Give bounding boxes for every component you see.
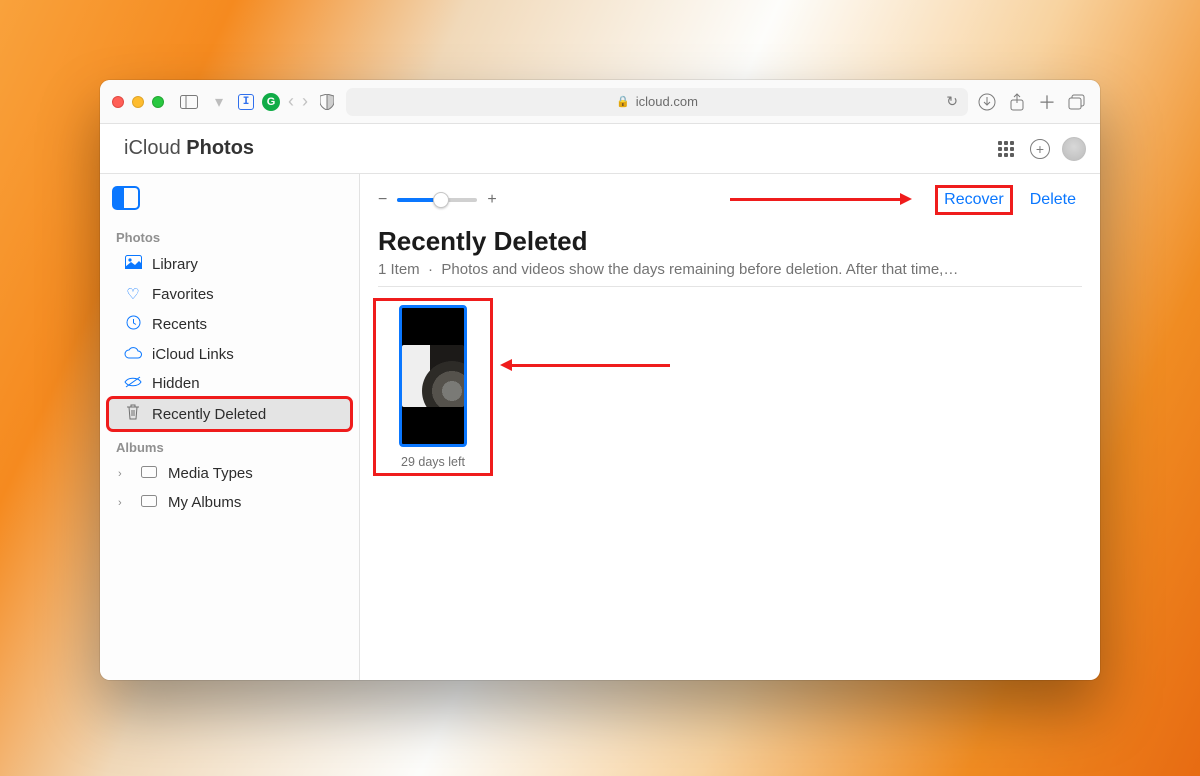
thumbnail-selected[interactable] bbox=[399, 305, 467, 447]
subtitle-text: Photos and videos show the days remainin… bbox=[441, 261, 958, 278]
recover-button[interactable]: Recover bbox=[938, 188, 1010, 212]
reload-icon[interactable]: ↻ bbox=[946, 93, 958, 110]
service-name: iCloud bbox=[124, 137, 181, 159]
folder-icon bbox=[140, 494, 158, 511]
sidebar-collapse-icon[interactable] bbox=[112, 186, 140, 210]
sidebar-item-label: Recently Deleted bbox=[152, 406, 266, 423]
back-button[interactable]: ‹ bbox=[288, 91, 294, 112]
item-count: 1 Item bbox=[378, 261, 420, 278]
chevron-down-icon[interactable]: ▾ bbox=[208, 91, 230, 113]
titlebar: ▾ I G ‹ › 🔒 icloud.com ↻ ＋ bbox=[100, 80, 1100, 124]
content-toolbar: − + Recover Delete bbox=[378, 188, 1082, 212]
address-bar[interactable]: 🔒 icloud.com ↻ bbox=[346, 88, 968, 116]
sidebar-item-favorites[interactable]: ♡ Favorites bbox=[108, 279, 351, 309]
cloud-icon bbox=[124, 346, 142, 363]
thumbnail-image bbox=[402, 345, 464, 407]
minimize-button[interactable] bbox=[132, 96, 144, 108]
forward-button[interactable]: › bbox=[302, 91, 308, 112]
zoom-in-icon[interactable]: + bbox=[487, 191, 496, 209]
app-header: iCloud Photos + bbox=[100, 124, 1100, 174]
annotation-arrow bbox=[730, 198, 910, 200]
sidebar-item-icloud-links[interactable]: iCloud Links bbox=[108, 340, 351, 369]
upload-icon[interactable]: + bbox=[1028, 137, 1052, 161]
tabs-icon[interactable] bbox=[1066, 91, 1088, 113]
trash-icon bbox=[124, 404, 142, 424]
folder-icon bbox=[140, 465, 158, 482]
clock-icon bbox=[124, 315, 142, 334]
sidebar-item-recently-deleted[interactable]: Recently Deleted bbox=[108, 398, 351, 430]
app-switcher-icon[interactable] bbox=[994, 137, 1018, 161]
zoom-control[interactable]: − + bbox=[378, 191, 497, 209]
page-subtitle: 1 Item · Photos and videos show the days… bbox=[378, 261, 1082, 278]
app-brand: iCloud Photos bbox=[124, 137, 254, 160]
separator: · bbox=[428, 261, 433, 278]
sidebar-item-label: Favorites bbox=[152, 286, 214, 303]
chevron-right-icon: › bbox=[118, 468, 130, 480]
downloads-icon[interactable] bbox=[976, 91, 998, 113]
sidebar-toggle-icon[interactable] bbox=[178, 91, 200, 113]
share-icon[interactable] bbox=[1006, 91, 1028, 113]
url-text: icloud.com bbox=[636, 94, 698, 109]
page-title: Recently Deleted bbox=[378, 226, 1082, 257]
close-button[interactable] bbox=[112, 96, 124, 108]
chevron-right-icon: › bbox=[118, 497, 130, 509]
zoom-slider[interactable] bbox=[397, 198, 477, 202]
sidebar-item-label: Recents bbox=[152, 316, 207, 333]
new-tab-icon[interactable]: ＋ bbox=[1036, 91, 1058, 113]
zoom-button[interactable] bbox=[152, 96, 164, 108]
window-controls bbox=[112, 96, 164, 108]
safari-window: ▾ I G ‹ › 🔒 icloud.com ↻ ＋ iCloud Photos bbox=[100, 80, 1100, 680]
sidebar-item-label: Library bbox=[152, 256, 198, 273]
account-avatar[interactable] bbox=[1062, 137, 1086, 161]
sidebar-item-label: Hidden bbox=[152, 375, 200, 392]
app-name: Photos bbox=[186, 137, 254, 159]
main-content: − + Recover Delete Recently Deleted 1 It… bbox=[360, 174, 1100, 680]
deleted-item[interactable]: 29 days left bbox=[378, 303, 488, 471]
sidebar-item-label: My Albums bbox=[168, 494, 241, 511]
sidebar-item-media-types[interactable]: › Media Types bbox=[108, 459, 351, 488]
sidebar: Photos Library ♡ Favorites Recents bbox=[100, 174, 360, 680]
extension-grammarly-icon[interactable]: G bbox=[262, 93, 280, 111]
sidebar-item-hidden[interactable]: Hidden bbox=[108, 369, 351, 398]
days-left-label: 29 days left bbox=[380, 455, 486, 469]
extension-1password-icon[interactable]: I bbox=[238, 94, 254, 110]
app-body: Photos Library ♡ Favorites Recents bbox=[100, 174, 1100, 680]
divider bbox=[378, 286, 1082, 287]
library-icon bbox=[124, 255, 142, 273]
delete-button[interactable]: Delete bbox=[1024, 188, 1082, 212]
zoom-out-icon[interactable]: − bbox=[378, 191, 387, 209]
sidebar-item-label: iCloud Links bbox=[152, 346, 234, 363]
shield-icon[interactable] bbox=[316, 91, 338, 113]
thumbnail-grid: 29 days left bbox=[378, 303, 1082, 471]
heart-icon: ♡ bbox=[124, 285, 142, 303]
hidden-eye-icon bbox=[124, 375, 142, 392]
lock-icon: 🔒 bbox=[616, 95, 630, 108]
sidebar-item-my-albums[interactable]: › My Albums bbox=[108, 488, 351, 517]
sidebar-item-recents[interactable]: Recents bbox=[108, 309, 351, 340]
sidebar-item-label: Media Types bbox=[168, 465, 253, 482]
sidebar-section-albums: Albums bbox=[108, 430, 351, 459]
sidebar-item-library[interactable]: Library bbox=[108, 249, 351, 279]
sidebar-section-photos: Photos bbox=[108, 220, 351, 249]
